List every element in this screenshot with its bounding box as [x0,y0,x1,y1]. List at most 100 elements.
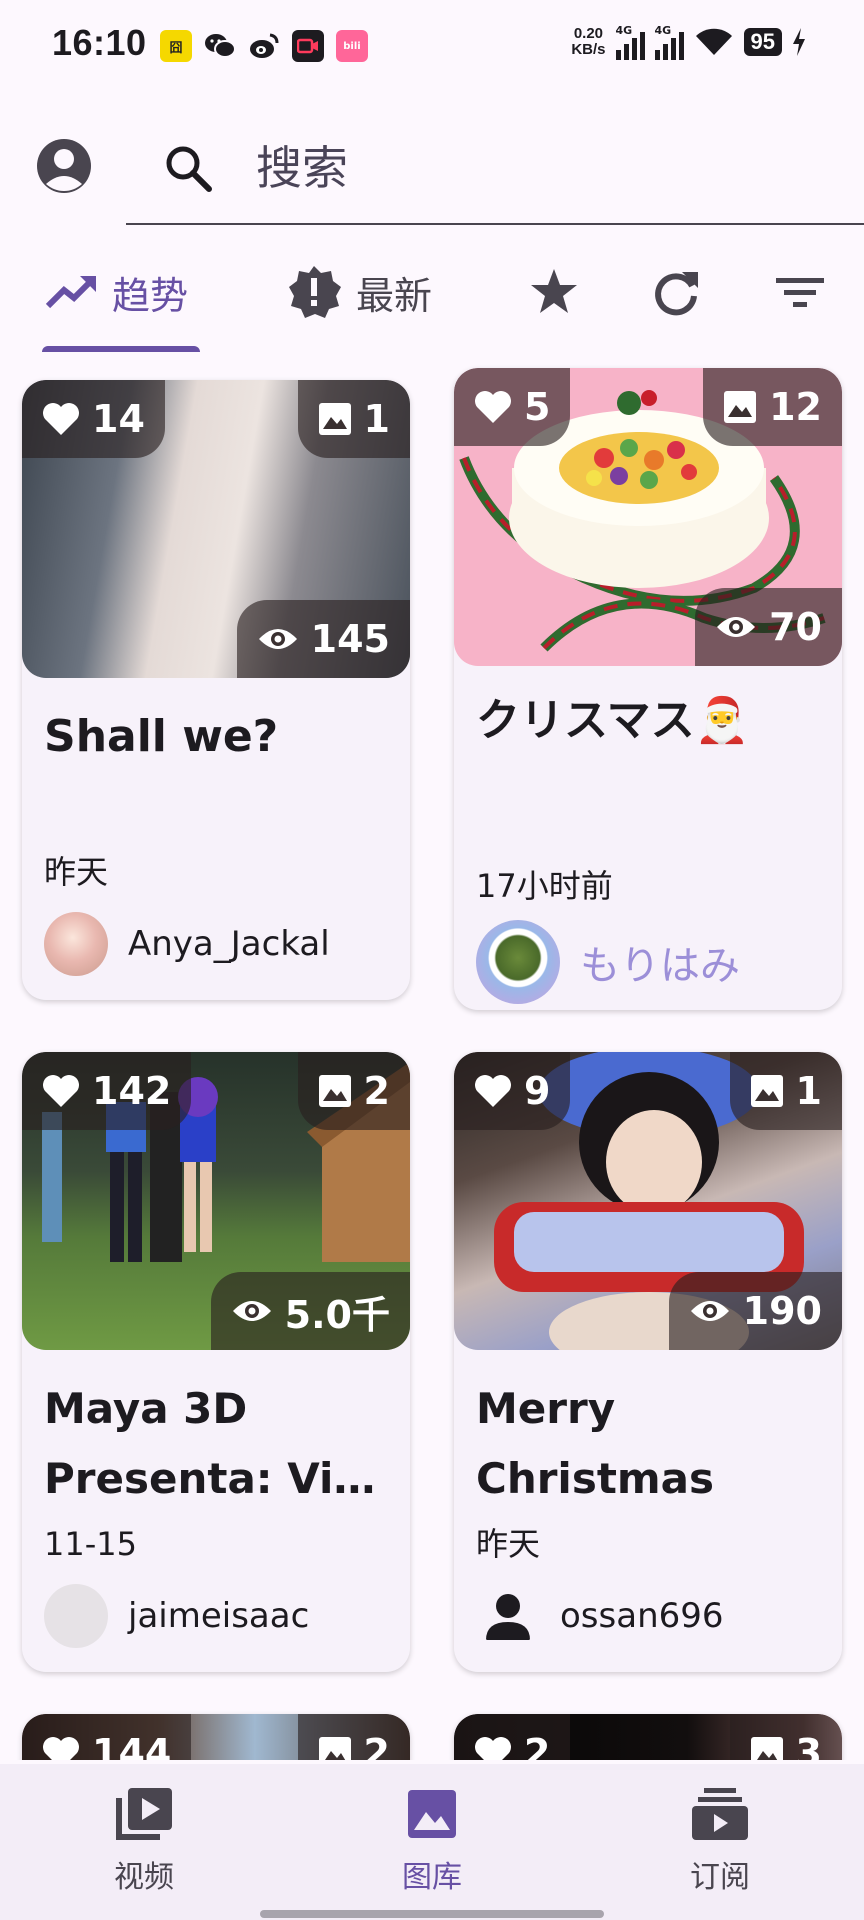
gallery-grid: 14 1 145 Shall we? 昨天 Anya_Jackal 5 12 7… [0,360,864,1760]
likes-badge: 9 [454,1052,571,1130]
gallery-card[interactable]: 2 3 [454,1714,842,1760]
card-author[interactable]: jaimeisaac [22,1572,410,1660]
card-time: 11-15 [44,1525,137,1563]
views-badge: 5.0千 [210,1272,410,1350]
author-name: ossan696 [560,1596,724,1636]
home-indicator[interactable] [260,1910,604,1918]
likes-badge: 14 [22,380,165,458]
nav-subscriptions-label: 订阅 [690,1860,750,1895]
bottom-navigation: 视频 图库 订阅 [0,1764,864,1920]
image-count-icon [724,391,757,423]
heart-icon [43,403,79,435]
nav-videos[interactable]: 视频 [64,1786,224,1896]
image-count-icon [750,1075,783,1107]
card-thumbnail: 9 1 190 [454,1052,842,1350]
card-author[interactable]: ossan696 [454,1572,842,1660]
images-badge: 2 [297,1052,410,1130]
views-badge: 70 [695,588,842,666]
eye-icon [717,617,756,637]
images-count: 1 [363,397,390,441]
notification-icons: 囧 bili [160,30,368,62]
images-badge: 12 [703,368,842,446]
image-count-icon [318,1737,351,1760]
signal-1-label: 4G [615,24,633,37]
nav-subscriptions[interactable]: 订阅 [640,1786,800,1896]
likes-badge: 2 [454,1714,571,1760]
card-time: 17小时前 [476,867,613,905]
card-author[interactable]: もりはみ [454,914,842,1010]
image-icon [408,1790,456,1838]
card-thumbnail: 142 2 5.0千 [22,1052,410,1350]
likes-count: 144 [92,1731,172,1760]
heart-icon [475,391,511,423]
search-header: 搜索 [0,110,864,230]
likes-badge: 5 [454,368,571,446]
refresh-icon[interactable] [650,266,702,318]
images-badge: 1 [729,1052,842,1130]
camera-app-icon [292,30,324,62]
card-title: Maya 3D Presenta: Vi… [44,1384,376,1503]
search-underline [126,223,864,225]
nav-videos-label: 视频 [114,1860,174,1895]
likes-count: 9 [524,1069,551,1113]
search-input[interactable]: 搜索 [256,132,348,198]
gallery-card[interactable]: 144 2 [22,1714,410,1760]
status-indicators: 0.20 KB/s 4G 4G 95 [571,24,806,60]
tab-popular[interactable] [528,262,608,322]
card-thumbnail: 14 1 145 [22,380,410,678]
account-icon[interactable] [36,138,92,194]
views-count: 70 [769,605,822,649]
wifi-icon [695,28,732,55]
net-speed-unit: KB/s [571,41,606,58]
likes-count: 14 [92,397,145,441]
heart-icon [475,1737,511,1760]
video-library-icon [116,1788,172,1840]
images-count: 12 [769,385,822,429]
gallery-card[interactable]: 14 1 145 Shall we? 昨天 Anya_Jackal [22,380,410,1000]
card-time: 昨天 [44,853,109,891]
tab-trending[interactable]: 趋势 [46,262,188,322]
net-speed-value: 0.20 [573,25,604,42]
nav-gallery[interactable]: 图库 [352,1786,512,1896]
weibo-icon [248,30,280,62]
app-notify-1-icon: 囧 [160,30,192,62]
likes-badge: 144 [22,1714,192,1760]
card-title: Merry Christmas [476,1384,715,1503]
signal-2-icon: 4G [654,24,684,60]
card-time: 昨天 [476,1525,541,1563]
subscriptions-icon [692,1788,748,1840]
card-author[interactable]: Anya_Jackal [22,900,410,988]
default-person-icon [486,1594,530,1640]
author-name: Anya_Jackal [128,924,330,964]
heart-icon [43,1737,79,1760]
search-icon[interactable] [162,142,214,194]
status-time: 16:10 [52,22,147,63]
gallery-card[interactable]: 142 2 5.0千 Maya 3D Presenta: Vi… 11-15 j… [22,1052,410,1672]
card-title: Shall we? [44,711,279,762]
signal-2-label: 4G [654,24,672,37]
eye-icon [258,629,297,649]
tab-latest[interactable]: 最新 [286,262,432,322]
card-thumbnail: 2 3 [454,1714,842,1760]
star-icon [531,269,577,313]
tab-bar: 趋势 最新 [0,250,864,352]
battery-level: 95 [743,28,782,56]
gallery-card[interactable]: 5 12 70 クリスマス🎅 17小时前 もりはみ [454,368,842,1010]
images-badge: 1 [297,380,410,458]
likes-count: 2 [524,1731,551,1760]
card-title: クリスマス🎅 [476,695,750,746]
image-count-icon [318,1075,351,1107]
wechat-icon [204,30,236,62]
image-count-icon [318,403,351,435]
nav-gallery-label: 图库 [402,1860,462,1895]
signal-1-icon: 4G [615,24,645,60]
new-badge-icon [289,266,341,318]
author-name: もりはみ [580,943,740,989]
charging-icon [793,28,805,56]
gallery-card[interactable]: 9 1 190 Merry Christmas 昨天 ossan696 [454,1052,842,1672]
card-thumbnail: 144 2 [22,1714,410,1760]
trending-up-icon [46,276,96,309]
filter-icon[interactable] [774,266,826,318]
avatar [476,920,560,1004]
images-count: 2 [363,1731,390,1760]
